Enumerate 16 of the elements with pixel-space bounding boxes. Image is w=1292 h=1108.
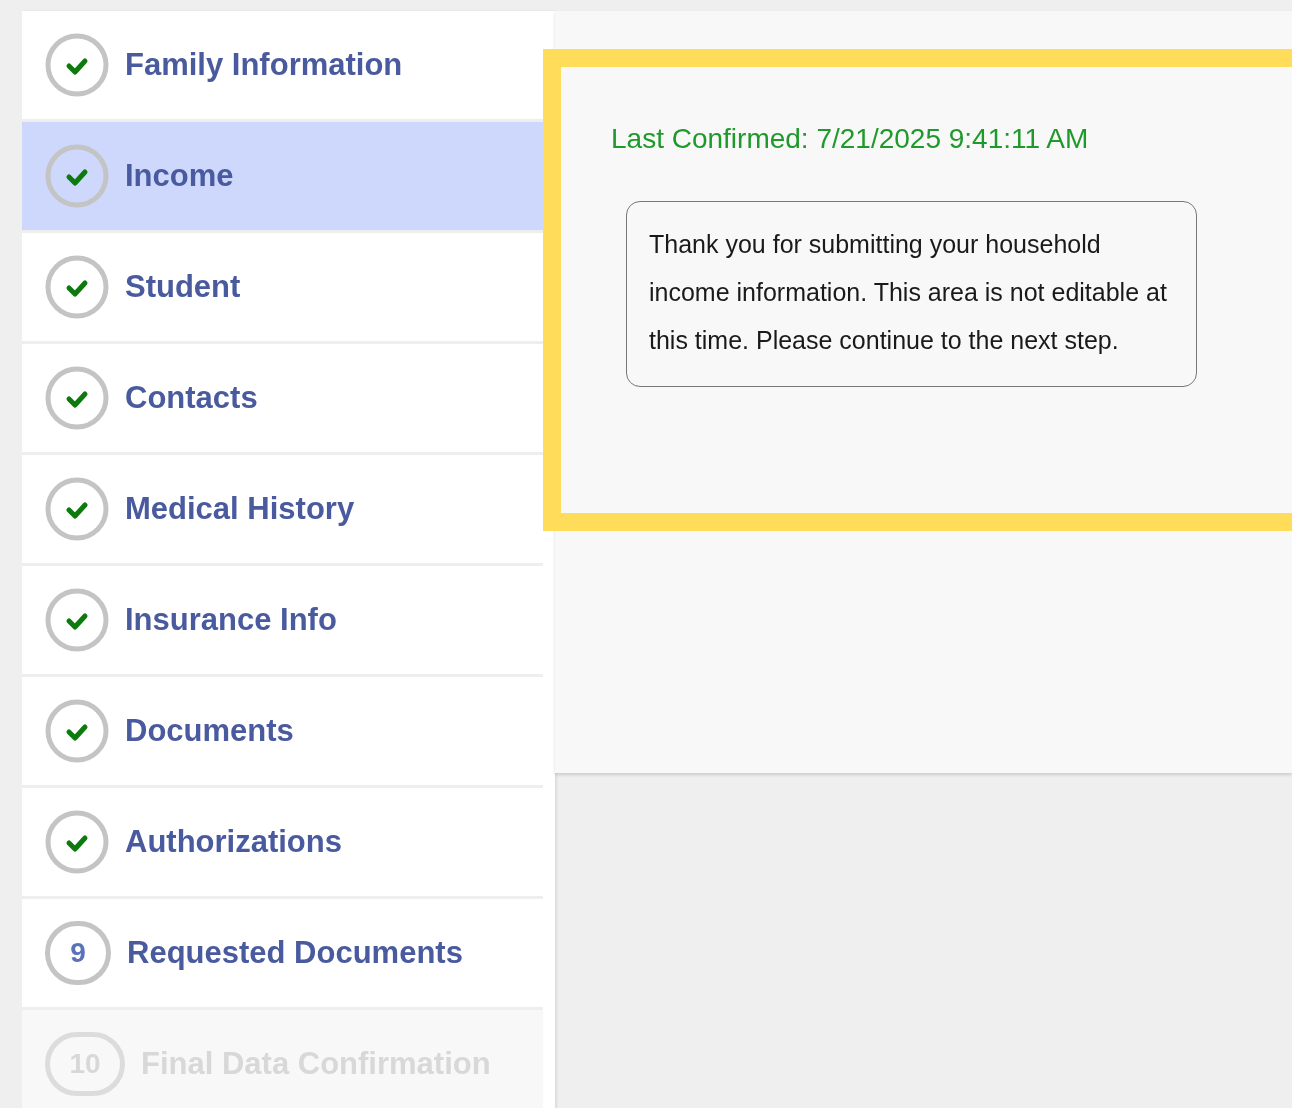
step-item[interactable]: Documents: [22, 677, 543, 788]
check-circle-icon: [45, 699, 109, 763]
check-circle-icon: [45, 810, 109, 874]
check-circle-icon: [45, 477, 109, 541]
last-confirmed-text: Last Confirmed: 7/21/2025 9:41:11 AM: [611, 123, 1090, 155]
step-item[interactable]: Income: [22, 122, 543, 233]
check-circle-icon: [45, 366, 109, 430]
check-circle-icon: [45, 144, 109, 208]
step-item[interactable]: Medical History: [22, 455, 543, 566]
step-item[interactable]: Authorizations: [22, 788, 543, 899]
step-number: 9: [45, 921, 111, 985]
check-circle-icon: [45, 33, 109, 97]
step-item[interactable]: Insurance Info: [22, 566, 543, 677]
check-circle-icon: [45, 588, 109, 652]
info-message: Thank you for submitting your household income information. This area is not editable at this time. Please continue to the next step.: [626, 201, 1197, 387]
check-circle-icon: [45, 255, 109, 319]
